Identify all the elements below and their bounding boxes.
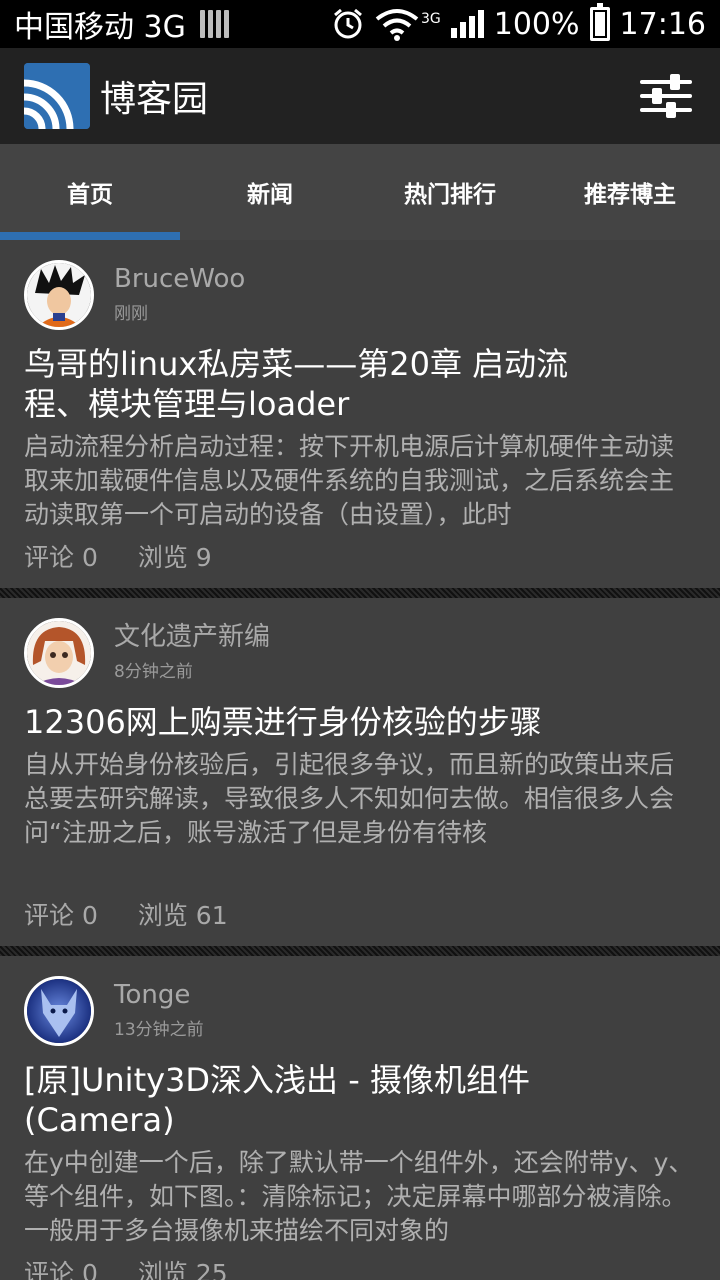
app-bar: 博客园 (0, 48, 720, 144)
sliders-icon[interactable] (640, 70, 692, 122)
sim-icon (199, 10, 229, 38)
avatar[interactable] (24, 260, 94, 330)
post-title[interactable]: 12306网上购票进行身份核验的步骤 (24, 702, 624, 742)
status-right: 3G 100% 17:16 (331, 3, 706, 42)
post-summary: 自从开始身份核验后，引起很多争议，而且新的政策出来后总要去研究解读，导致很多人不… (24, 750, 675, 847)
divider (0, 946, 720, 956)
tab-news[interactable]: 新闻 (180, 144, 360, 240)
post-stats: 评论 0 浏览 25 (24, 1254, 228, 1280)
app-title: 博客园 (100, 79, 209, 120)
wifi-icon (375, 9, 419, 41)
app-brand: 博客园 (24, 63, 208, 129)
author-name[interactable]: Tonge (114, 980, 204, 1010)
author-block: BruceWoo 刚刚 (114, 260, 245, 324)
comment-count: 评论 0 (24, 1259, 98, 1280)
post-title[interactable]: [原]Unity3D深入浅出 - 摄像机组件(Camera) (24, 1060, 544, 1140)
post-card[interactable]: 文化遗产新编 8分钟之前 12306网上购票进行身份核验的步骤 自从开始身份核验… (0, 598, 720, 946)
view-count: 浏览 25 (137, 1259, 228, 1280)
rss-logo-icon (24, 63, 90, 129)
clock: 17:16 (619, 6, 706, 42)
post-stats: 评论 0 浏览 9 (24, 538, 212, 574)
post-header: Tonge 13分钟之前 (24, 976, 696, 1046)
avatar[interactable] (24, 976, 94, 1046)
comment-count: 评论 0 (24, 543, 98, 572)
post-stats: 评论 0 浏览 61 (24, 896, 228, 932)
author-block: 文化遗产新编 8分钟之前 (114, 618, 270, 682)
author-name[interactable]: BruceWoo (114, 264, 245, 294)
network-badge: 3G (420, 10, 441, 27)
tab-recommended-bloggers[interactable]: 推荐博主 (540, 144, 720, 240)
battery-icon (589, 3, 610, 41)
signal-icon (450, 10, 484, 38)
post-title[interactable]: 鸟哥的linux私房菜——第20章 启动流程、模块管理与loader (24, 344, 624, 424)
post-card[interactable]: Tonge 13分钟之前 [原]Unity3D深入浅出 - 摄像机组件(Came… (0, 956, 720, 1280)
battery-percent: 100% (493, 6, 580, 42)
status-bar: 中国移动 3G 3G 100% 17:16 (0, 0, 720, 48)
post-summary: 在y中创建一个后，除了默认带一个组件外，还会附带y、y、等个组件，如下图。：清除… (24, 1148, 694, 1245)
post-header: BruceWoo 刚刚 (24, 260, 696, 330)
post-time: 刚刚 (114, 304, 148, 324)
post-time: 8分钟之前 (114, 662, 193, 682)
view-count: 浏览 61 (137, 901, 228, 930)
post-card[interactable]: BruceWoo 刚刚 鸟哥的linux私房菜——第20章 启动流程、模块管理与… (0, 240, 720, 588)
comment-count: 评论 0 (24, 901, 98, 930)
tab-home[interactable]: 首页 (0, 144, 180, 240)
author-name[interactable]: 文化遗产新编 (114, 622, 270, 652)
status-left: 中国移动 3G (14, 2, 229, 46)
tab-bar: 首页 新闻 热门排行 推荐博主 (0, 144, 720, 240)
tab-hot-ranking[interactable]: 热门排行 (360, 144, 540, 240)
author-block: Tonge 13分钟之前 (114, 976, 204, 1040)
alarm-icon (334, 8, 362, 39)
carrier-label: 中国移动 3G (14, 10, 186, 45)
view-count: 浏览 9 (137, 543, 212, 572)
avatar[interactable] (24, 618, 94, 688)
post-header: 文化遗产新编 8分钟之前 (24, 618, 696, 688)
post-list: BruceWoo 刚刚 鸟哥的linux私房菜——第20章 启动流程、模块管理与… (0, 240, 720, 1280)
post-summary: 启动流程分析启动过程：按下开机电源后计算机硬件主动读取来加载硬件信息以及硬件系统… (24, 432, 675, 529)
divider (0, 588, 720, 598)
post-time: 13分钟之前 (114, 1020, 204, 1040)
